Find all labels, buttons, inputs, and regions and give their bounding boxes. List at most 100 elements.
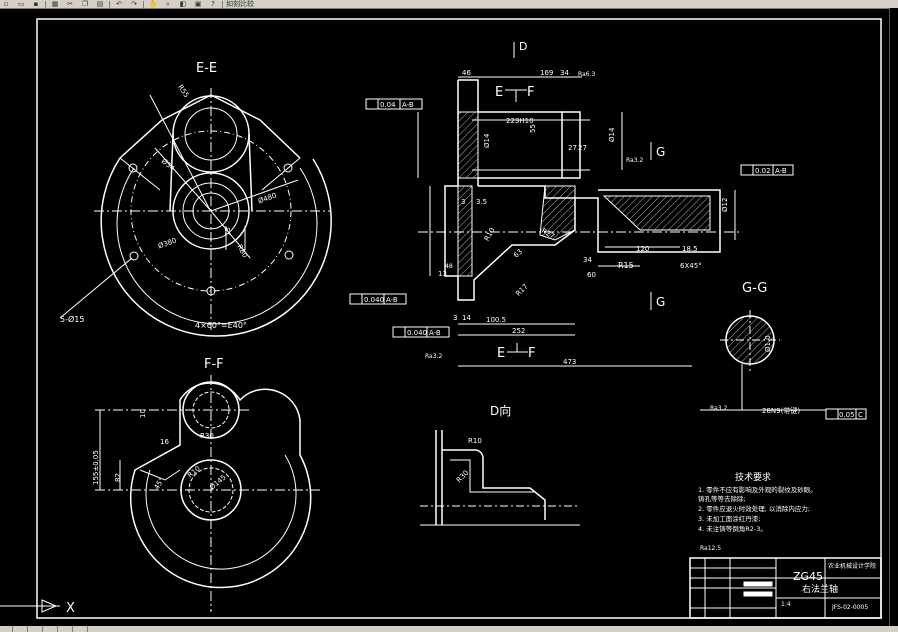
- title-school: 农业机械设计学院: [828, 562, 876, 570]
- title-block: ZG45 农业机械设计学院 右法兰轴 JFS-02-0005 1:4: [689, 557, 882, 619]
- tech-req-item-5: 4. 未注铸等倒角R2-3。: [698, 524, 767, 533]
- main-dim-48: 48: [445, 263, 453, 270]
- ff-dim-r10: R10: [186, 465, 202, 480]
- view-gg-title: G-G: [742, 281, 767, 296]
- main-ra32-low: Ra3.2: [425, 353, 442, 360]
- ff-dim-82: 82: [114, 473, 122, 482]
- main-dim-63: 63: [512, 248, 524, 260]
- section-e-bottom: E: [497, 346, 505, 361]
- view-ee: E-E R55 Ø54 Ø480 Ø380 R80 13 5-Ø15 4×60°…: [59, 61, 332, 337]
- main-dim-169: 169: [540, 69, 553, 77]
- tab-nav-prev[interactable]: [15, 626, 28, 632]
- help-icon[interactable]: ?: [207, 0, 219, 8]
- drawing-canvas[interactable]: E-E R55 Ø54 Ø480 Ø380 R80 13 5-Ø15 4×60°…: [0, 8, 889, 626]
- ff-dim-phi145: Ø145: [208, 473, 228, 491]
- main-dim-r15: R15: [618, 261, 634, 270]
- main-dim-phi14-left: Ø14: [483, 133, 491, 148]
- properties-icon[interactable]: ▣: [192, 0, 204, 8]
- gg-tol-value: 0.05: [839, 411, 855, 419]
- undo-icon[interactable]: ↶: [113, 0, 125, 8]
- section-f-top: F: [527, 85, 534, 100]
- tab-nav-next[interactable]: [30, 626, 43, 632]
- toolbar-separator: [222, 0, 223, 8]
- gg-dim-phi: Ø1.0: [764, 335, 772, 352]
- technical-requirements: 技术要求 1. 零件不应有影响及外观的裂纹及砂眼。 铸孔等等去除除; 2. 零件…: [698, 471, 817, 552]
- tol-left-top-ref: A-B: [402, 101, 414, 109]
- save-icon[interactable]: ▪: [30, 0, 42, 8]
- view-main-section: D E F E F G G 46 169 34 Ra6.3 223H10 55 …: [417, 40, 740, 367]
- main-dim-27b: 27: [578, 144, 587, 152]
- toolbar-separator: [45, 0, 46, 8]
- copy-icon[interactable]: ❐: [79, 0, 91, 8]
- ee-dim-r80: R80: [235, 243, 249, 259]
- model-layout-tabs: [0, 626, 898, 632]
- view-ee-title: E-E: [196, 61, 217, 76]
- tol-left-low-value: 0.040: [407, 329, 427, 337]
- main-dim-34: 34: [560, 69, 569, 77]
- ee-dim-holes: 5-Ø15: [60, 314, 84, 324]
- marker-g-bottom: G: [656, 295, 665, 309]
- view-d: D向 R10 R30: [420, 403, 580, 526]
- tab-nav-last[interactable]: [45, 626, 58, 632]
- tech-req-roughness: Ra12.5: [700, 545, 721, 552]
- main-dim-3: 3: [461, 198, 465, 206]
- main-dim-14: 14: [462, 314, 471, 322]
- tech-req-title: 技术要求: [735, 471, 771, 483]
- gg-ra32: Ra3.2: [710, 405, 727, 412]
- ucs-x-label: X: [66, 601, 75, 616]
- d-dim-r30: R30: [455, 469, 470, 484]
- gg-tol-ref: C: [858, 411, 863, 419]
- tech-req-item-4: 3. 未加工面涂红丹漆;: [698, 514, 760, 523]
- tol-left-low-ref: A-B: [429, 329, 441, 337]
- main-dim-120: 120: [636, 245, 649, 253]
- ff-dim-16: 16: [160, 438, 169, 446]
- tolerance-frames: 0.04 A-B 0.02 A-B 0.040 A-B 0.040 A-B 0.…: [349, 98, 867, 420]
- cut-icon[interactable]: ✂: [64, 0, 76, 8]
- ee-dim-phi54: Ø54: [160, 157, 177, 173]
- title-drawing-no: JFS-02-0005: [831, 604, 868, 611]
- marker-g-top: G: [656, 145, 665, 159]
- redo-icon[interactable]: ↷: [128, 0, 140, 8]
- main-dim-100: 100.5: [486, 316, 506, 324]
- main-dim-46: 46: [462, 69, 471, 77]
- tab-nav-first[interactable]: [0, 626, 13, 632]
- ee-dim-phi380: Ø380: [157, 236, 177, 250]
- view-ff-title: F-F: [204, 357, 224, 372]
- tech-req-item-1: 1. 零件不应有影响及外观的裂纹及砂眼。: [698, 485, 817, 494]
- ee-dim-13: 13: [224, 227, 232, 236]
- section-e-top: E: [495, 85, 503, 100]
- marker-d: D: [519, 40, 527, 53]
- ff-dim-155: 155±0.05: [92, 450, 100, 485]
- main-dim-3-5: 3.5: [476, 198, 487, 206]
- d-dim-r10: R10: [468, 437, 482, 445]
- title-scale: 1:4: [781, 601, 791, 608]
- ee-dim-angles: 4×60°=E40°: [195, 321, 247, 330]
- ff-dim-10: 10: [139, 409, 147, 418]
- tab-layout1[interactable]: [75, 626, 88, 632]
- paste-icon[interactable]: ▤: [94, 0, 106, 8]
- main-ra32-mid: Ra3.2: [626, 157, 643, 164]
- title-part-name: 右法兰轴: [802, 583, 838, 595]
- pan-icon[interactable]: ✋: [147, 0, 159, 8]
- main-dim-27a: 27: [568, 144, 577, 152]
- toolbar-tail-text: 如刻比较: [226, 0, 254, 8]
- tab-model[interactable]: [60, 626, 73, 632]
- main-dim-473: 473: [563, 358, 576, 366]
- open-icon[interactable]: ▭: [15, 0, 27, 8]
- ff-dim-r30: R30: [200, 432, 214, 440]
- main-dim-phi14-right: Ø14: [608, 127, 616, 142]
- print-icon[interactable]: ▦: [49, 0, 61, 8]
- toolbar-separator: [143, 0, 144, 8]
- zoom-icon[interactable]: ⌕: [162, 0, 174, 8]
- main-dim-252: 252: [512, 327, 525, 335]
- section-f-bottom: F: [528, 346, 535, 361]
- tol-left-mid-ref: A-B: [386, 296, 398, 304]
- main-dim-13: 13: [438, 270, 447, 278]
- gg-thread: 28N9(带键): [762, 406, 800, 415]
- main-dim-18-5: 18.5: [682, 245, 698, 253]
- tol-left-mid-value: 0.040: [364, 296, 384, 304]
- right-scrollbar[interactable]: [889, 8, 898, 626]
- tech-req-item-2: 铸孔等等去除除;: [698, 494, 746, 503]
- new-icon[interactable]: ▫: [0, 0, 12, 8]
- layer-icon[interactable]: ◧: [177, 0, 189, 8]
